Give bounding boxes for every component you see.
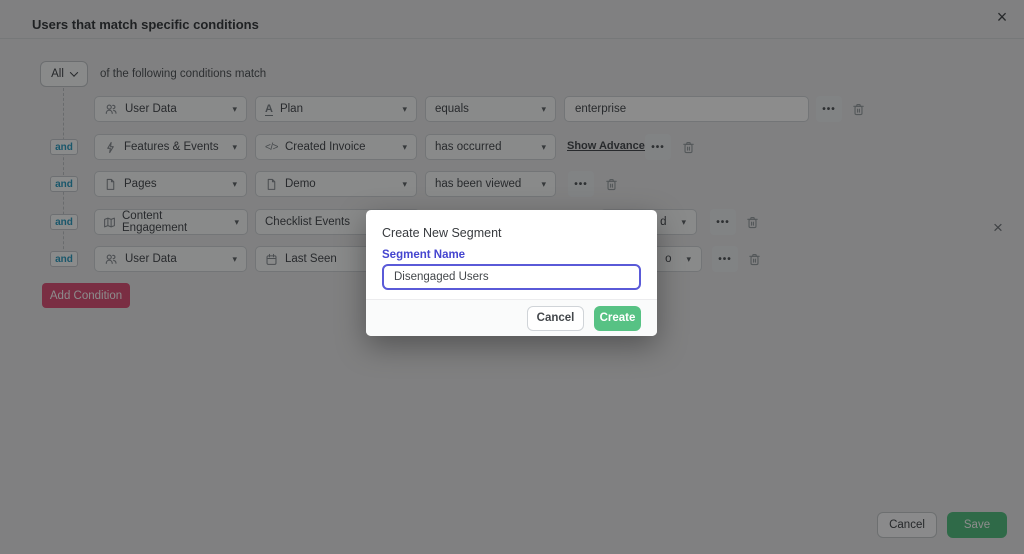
segment-name-label: Segment Name <box>382 249 466 261</box>
modal-cancel-button[interactable]: Cancel <box>527 305 584 331</box>
close-icon[interactable]: × <box>986 216 1010 240</box>
create-segment-modal: Create New Segment × Segment Name Cancel… <box>366 210 1003 336</box>
segment-name-input[interactable] <box>382 264 641 290</box>
segment-conditions-screen: Users that match specific conditions × A… <box>0 0 1024 554</box>
modal-title: Create New Segment <box>382 226 502 240</box>
modal-footer: Cancel Create <box>366 299 657 336</box>
modal-create-button[interactable]: Create <box>594 305 641 331</box>
